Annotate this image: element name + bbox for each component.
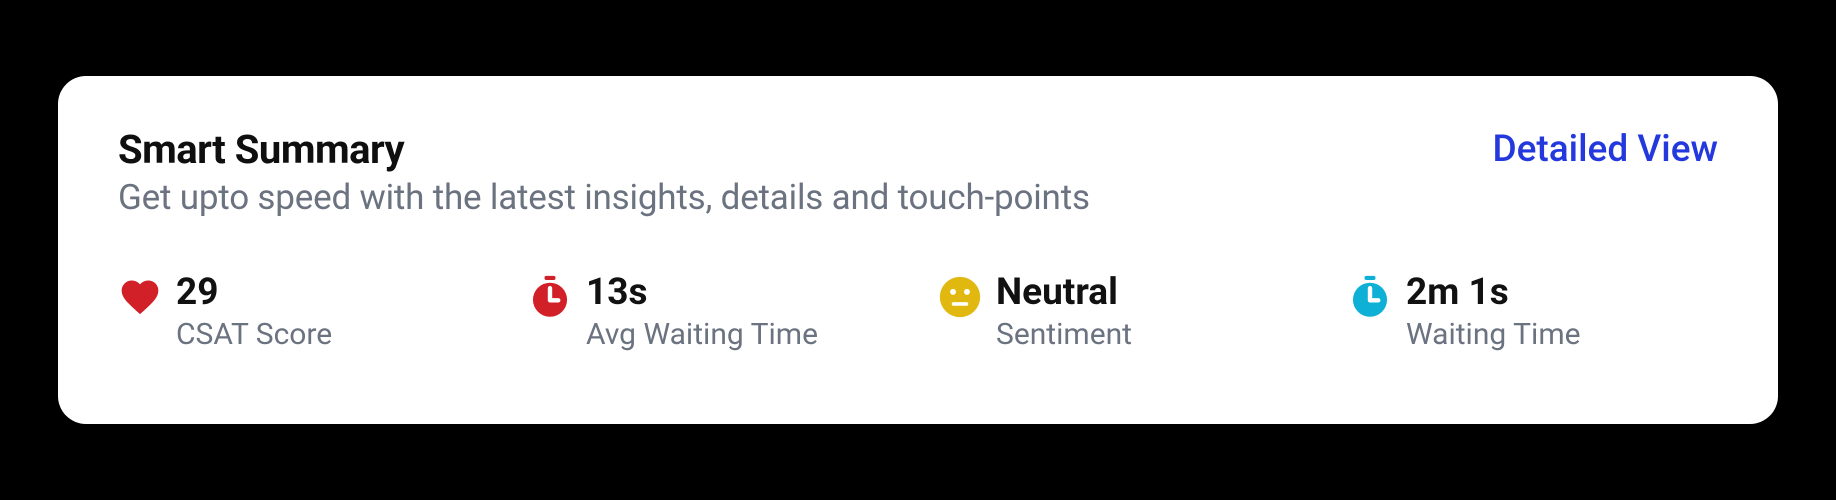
smart-summary-card: Smart Summary Get upto speed with the la… [58, 76, 1778, 425]
stat-body: Neutral Sentiment [996, 273, 1132, 355]
stopwatch-icon [1348, 275, 1392, 319]
stat-body: 13s Avg Waiting Time [586, 273, 818, 355]
stat-waiting-time: 2m 1s Waiting Time [1348, 273, 1718, 355]
stat-csat: 29 CSAT Score [118, 273, 488, 355]
stat-label: CSAT Score [176, 315, 332, 354]
detailed-view-link[interactable]: Detailed View [1492, 128, 1718, 171]
stat-value: 29 [176, 273, 332, 314]
heart-icon [118, 275, 162, 319]
stat-body: 2m 1s Waiting Time [1406, 273, 1581, 355]
card-header: Smart Summary Get upto speed with the la… [118, 126, 1718, 218]
stat-value: Neutral [996, 273, 1132, 314]
stat-value: 13s [586, 273, 818, 314]
stat-label: Waiting Time [1406, 315, 1581, 354]
header-text-block: Smart Summary Get upto speed with the la… [118, 126, 1492, 218]
stat-label: Sentiment [996, 315, 1132, 354]
stat-sentiment: Neutral Sentiment [938, 273, 1308, 355]
card-title: Smart Summary [118, 126, 1492, 173]
neutral-face-icon [938, 275, 982, 319]
stat-avg-waiting: 13s Avg Waiting Time [528, 273, 898, 355]
stats-row: 29 CSAT Score 13s Avg Waiting Time [118, 273, 1718, 355]
stopwatch-icon [528, 275, 572, 319]
card-subtitle: Get upto speed with the latest insights,… [118, 177, 1492, 218]
stat-value: 2m 1s [1406, 273, 1581, 314]
stat-label: Avg Waiting Time [586, 315, 818, 354]
stat-body: 29 CSAT Score [176, 273, 332, 355]
